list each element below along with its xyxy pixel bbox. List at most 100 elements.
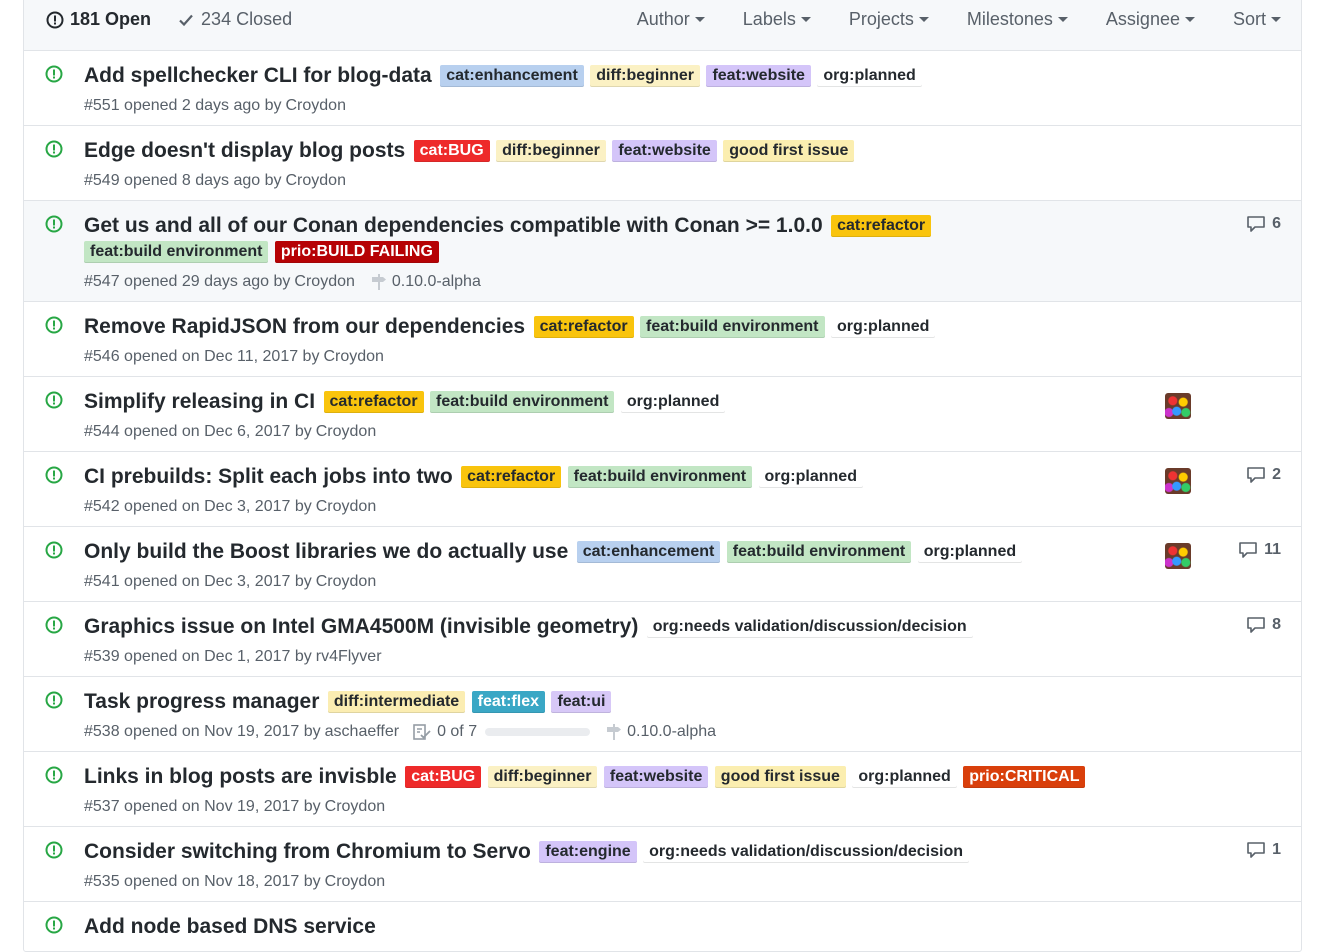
assignee-avatar[interactable] xyxy=(1165,468,1191,494)
issue-label[interactable]: feat:flex xyxy=(471,691,545,713)
issue-label[interactable]: cat:refactor xyxy=(831,215,932,237)
issue-meta-text: #537 opened on Nov 19, 2017 by xyxy=(84,798,321,815)
issue-label[interactable]: feat:build environment xyxy=(430,391,615,413)
issue-label[interactable]: cat:refactor xyxy=(533,316,634,338)
issue-label[interactable]: cat:refactor xyxy=(323,391,424,413)
milestones-filter[interactable]: Milestones xyxy=(967,9,1068,30)
issue-author-link[interactable]: Croydon xyxy=(325,798,385,816)
issue-label[interactable]: feat:engine xyxy=(539,841,637,863)
issue-label[interactable]: diff:beginner xyxy=(496,140,606,162)
issue-label[interactable]: feat:website xyxy=(612,140,717,162)
issue-author-link[interactable]: Croydon xyxy=(286,172,346,190)
issue-label[interactable]: diff:beginner xyxy=(590,65,700,87)
issue-label[interactable]: cat:enhancement xyxy=(440,65,584,87)
issue-label[interactable]: good first issue xyxy=(714,766,846,788)
issue-content: Simplify releasing in CI cat:refactor fe… xyxy=(84,377,1124,451)
issue-opened-icon xyxy=(45,691,63,709)
labels-filter[interactable]: Labels xyxy=(743,9,811,30)
issue-label[interactable]: feat:ui xyxy=(551,691,612,713)
issue-title-link[interactable]: Consider switching from Chromium to Serv… xyxy=(84,840,531,863)
issue-row[interactable]: Only build the Boost libraries we do act… xyxy=(24,527,1301,602)
issue-title-link[interactable]: Add node based DNS service xyxy=(84,915,376,938)
issue-row[interactable]: CI prebuilds: Split each jobs into two c… xyxy=(24,452,1301,527)
issue-author-link[interactable]: rv4Flyver xyxy=(316,648,382,666)
issue-label[interactable]: org:planned xyxy=(830,316,936,338)
issue-meta-text: #535 opened on Nov 18, 2017 by xyxy=(84,873,321,890)
open-issues-tab[interactable]: 181 Open xyxy=(46,9,151,30)
issue-meta: #542 opened on Dec 3, 2017 by Croydon xyxy=(84,498,1124,516)
issue-label[interactable]: org:planned xyxy=(620,391,726,413)
issue-label[interactable]: feat:build environment xyxy=(726,541,912,563)
issue-title-link[interactable]: Add spellchecker CLI for blog-data xyxy=(84,64,432,87)
issue-author-link[interactable]: Croydon xyxy=(323,348,383,366)
sort-filter[interactable]: Sort xyxy=(1233,9,1281,30)
issue-title-link[interactable]: Links in blog posts are invisble xyxy=(84,765,397,788)
issue-label[interactable]: org:needs validation/discussion/decision xyxy=(643,841,969,863)
issue-label[interactable]: diff:intermediate xyxy=(327,691,466,713)
issue-label[interactable]: org:planned xyxy=(917,541,1023,563)
issue-title-link[interactable]: Only build the Boost libraries we do act… xyxy=(84,540,568,563)
issue-row[interactable]: Simplify releasing in CI cat:refactor fe… xyxy=(24,377,1301,452)
issue-label[interactable]: prio:CRITICAL xyxy=(963,766,1086,788)
issue-row[interactable]: Graphics issue on Intel GMA4500M (invisi… xyxy=(24,602,1301,677)
issue-row[interactable]: Edge doesn't display blog posts cat:BUG … xyxy=(24,126,1301,201)
issue-author-link[interactable]: Croydon xyxy=(316,573,376,591)
milestone-icon xyxy=(607,724,622,740)
issue-opened-icon xyxy=(45,466,63,484)
task-progress-bar xyxy=(485,728,591,736)
issue-author-link[interactable]: Croydon xyxy=(316,423,376,441)
comment-count-link[interactable]: 2 xyxy=(1246,466,1281,484)
issues-list-box: 181 Open 234 Closed Author Labels Projec… xyxy=(23,0,1302,952)
issue-label[interactable]: cat:BUG xyxy=(413,140,490,162)
assignee-avatar[interactable] xyxy=(1165,393,1191,419)
issue-label[interactable]: org:planned xyxy=(852,766,957,788)
chevron-down-icon xyxy=(694,17,705,22)
issue-label[interactable]: cat:refactor xyxy=(461,466,562,488)
issue-label[interactable]: good first issue xyxy=(723,140,855,162)
author-filter[interactable]: Author xyxy=(637,9,705,30)
issue-row[interactable]: Add spellchecker CLI for blog-data cat:e… xyxy=(24,51,1301,126)
issue-author-link[interactable]: Croydon xyxy=(286,97,346,115)
issue-row[interactable]: Task progress manager diff:intermediate … xyxy=(24,677,1301,752)
issue-label[interactable]: feat:build environment xyxy=(640,316,825,338)
issue-label[interactable]: feat:build environment xyxy=(567,466,753,488)
issue-title-link[interactable]: Get us and all of our Conan dependencies… xyxy=(84,214,823,237)
issue-row[interactable]: Links in blog posts are invisble cat:BUG… xyxy=(24,752,1301,827)
issue-label[interactable]: feat:build environment xyxy=(84,241,269,263)
issue-author-link[interactable]: aschaeffer xyxy=(325,723,399,741)
projects-filter[interactable]: Projects xyxy=(849,9,929,30)
issue-author-link[interactable]: Croydon xyxy=(316,498,376,516)
issue-row[interactable]: Get us and all of our Conan dependencies… xyxy=(24,201,1301,302)
comment-count-link[interactable]: 6 xyxy=(1246,215,1281,233)
issue-title-link[interactable]: Graphics issue on Intel GMA4500M (invisi… xyxy=(84,615,638,638)
issue-title-link[interactable]: Remove RapidJSON from our dependencies xyxy=(84,315,525,338)
closed-issues-tab[interactable]: 234 Closed xyxy=(177,9,292,30)
comment-count-link[interactable]: 8 xyxy=(1246,616,1281,634)
issue-row[interactable]: Remove RapidJSON from our dependencies c… xyxy=(24,302,1301,377)
chevron-down-icon xyxy=(1184,17,1195,22)
issue-label[interactable]: cat:enhancement xyxy=(576,541,721,563)
issue-label[interactable]: feat:website xyxy=(706,65,811,87)
issue-row[interactable]: Add node based DNS service xyxy=(24,902,1301,951)
issue-title-link[interactable]: Task progress manager xyxy=(84,690,319,713)
issue-author-link[interactable]: Croydon xyxy=(325,873,385,891)
issue-title-link[interactable]: CI prebuilds: Split each jobs into two xyxy=(84,465,453,488)
milestone-link[interactable]: 0.10.0-alpha xyxy=(371,273,481,291)
issue-title-line: Links in blog posts are invisble cat:BUG… xyxy=(84,764,1124,792)
issue-label[interactable]: prio:BUILD FAILING xyxy=(274,241,439,263)
milestone-link[interactable]: 0.10.0-alpha xyxy=(606,723,716,741)
issue-label[interactable]: org:planned xyxy=(758,466,863,488)
issue-label[interactable]: org:planned xyxy=(817,65,922,87)
assignee-avatar[interactable] xyxy=(1165,543,1191,569)
issue-title-link[interactable]: Simplify releasing in CI xyxy=(84,390,315,413)
issue-title-link[interactable]: Edge doesn't display blog posts xyxy=(84,139,405,162)
comment-count-link[interactable]: 11 xyxy=(1238,541,1281,559)
comment-count-link[interactable]: 1 xyxy=(1246,841,1281,859)
issue-author-link[interactable]: Croydon xyxy=(294,273,354,291)
assignee-filter[interactable]: Assignee xyxy=(1106,9,1195,30)
issue-label[interactable]: cat:BUG xyxy=(405,766,482,788)
issue-label[interactable]: feat:website xyxy=(603,766,709,788)
issue-row[interactable]: Consider switching from Chromium to Serv… xyxy=(24,827,1301,902)
issue-label[interactable]: org:needs validation/discussion/decision xyxy=(646,616,973,638)
issue-label[interactable]: diff:beginner xyxy=(487,766,598,788)
